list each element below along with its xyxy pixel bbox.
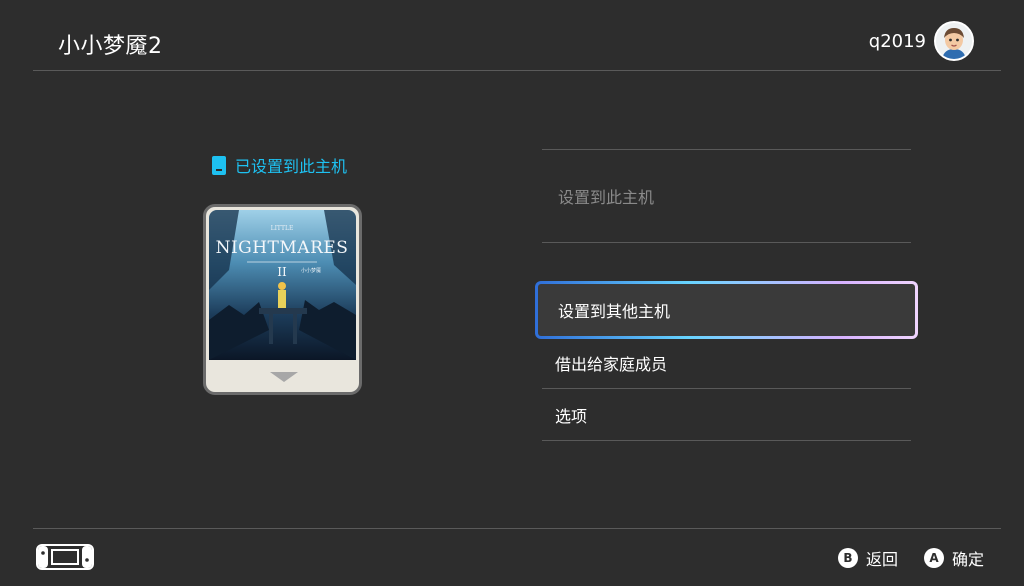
page-title: 小小梦魇2 — [58, 34, 163, 59]
a-button-icon: A — [924, 548, 944, 568]
chevron-down-icon — [270, 372, 298, 382]
cover-numeral: II — [277, 265, 287, 279]
confirm-label: 确定 — [952, 550, 985, 569]
install-status: 已设置到此主机 — [212, 153, 347, 177]
back-label: 返回 — [866, 550, 899, 569]
confirm-hint[interactable]: A 确定 — [924, 546, 984, 570]
menu-divider — [542, 440, 911, 441]
header-divider — [33, 70, 1001, 71]
menu-divider — [542, 242, 911, 243]
username: q2019 — [868, 31, 926, 52]
game-card: LITTLE NIGHTMARES II 小小梦魇 — [203, 204, 362, 395]
cover-title: NIGHTMARES — [216, 238, 349, 258]
switch-console-icon — [36, 544, 94, 570]
menu-item-lend-family[interactable]: 借出给家庭成员 — [542, 337, 911, 388]
menu-item-set-other-console[interactable]: 设置到其他主机 — [535, 281, 918, 339]
cover-subtitle-top: LITTLE — [271, 225, 294, 232]
b-button-icon: B — [838, 548, 858, 568]
menu-item-set-this-console: 设置到此主机 — [542, 150, 911, 242]
menu-item-label: 设置到其他主机 — [558, 302, 671, 321]
menu-item-label: 设置到此主机 — [558, 188, 655, 207]
header: 小小梦魇2 q2019 — [0, 0, 1024, 72]
game-cover-art: LITTLE NIGHTMARES II 小小梦魇 — [209, 210, 356, 360]
footer-divider — [33, 528, 1001, 529]
menu-item-label: 借出给家庭成员 — [555, 354, 668, 374]
menu-item-options[interactable]: 选项 — [542, 389, 911, 440]
menu-item-label: 选项 — [555, 406, 588, 426]
avatar-icon — [936, 23, 972, 59]
cover-art-image: LITTLE NIGHTMARES II 小小梦魇 — [209, 210, 356, 360]
game-card-icon — [212, 155, 226, 175]
back-hint[interactable]: B 返回 — [838, 546, 898, 570]
cover-subtitle-cn: 小小梦魇 — [301, 267, 321, 274]
avatar[interactable] — [934, 21, 974, 61]
install-status-label: 已设置到此主机 — [235, 157, 348, 176]
